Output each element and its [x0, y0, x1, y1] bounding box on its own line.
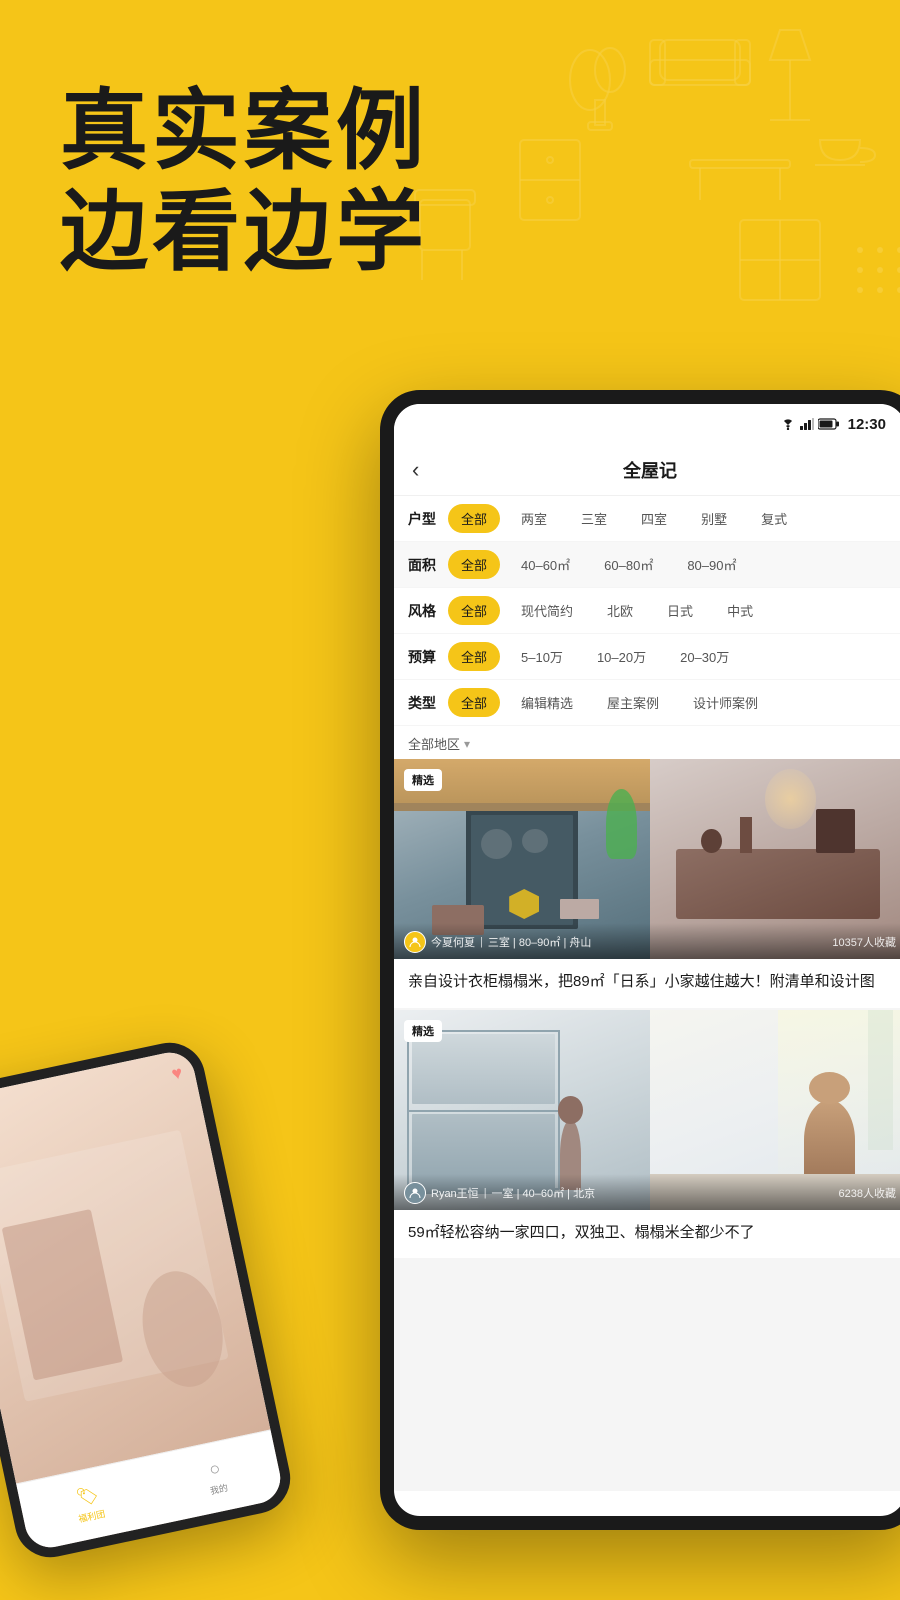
- filter-row-category: 类型 全部 编辑精选 屋主案例 设计师案例: [394, 680, 900, 726]
- card-room-info-1: |: [480, 936, 483, 948]
- filter-tag-budget-2[interactable]: 10–20万: [584, 642, 659, 671]
- filter-tag-type-5[interactable]: 别墅: [688, 504, 740, 533]
- card-saves-2: 6238人收藏: [839, 1185, 896, 1201]
- card-badge-2: 精选: [404, 1020, 442, 1042]
- headline-line1: 真实案例: [60, 81, 428, 180]
- card-overlay-1: 今夏何夏 | 三室 | 80–90㎡ | 舟山 10357人收藏: [394, 923, 900, 959]
- filter-row-style: 风格 全部 现代简约 北欧 日式 中式: [394, 588, 900, 634]
- filter-label-budget: 预算: [408, 647, 440, 667]
- filter-tag-type-6[interactable]: 复式: [748, 504, 800, 533]
- author-avatar-2: [404, 1182, 426, 1204]
- author-avatar-1: [404, 931, 426, 953]
- wifi-icon: [780, 418, 796, 430]
- card-saves-1: 10357人收藏: [832, 934, 896, 950]
- filter-tag-category-all[interactable]: 全部: [448, 688, 500, 717]
- status-bar: 12:30: [394, 404, 900, 444]
- filter-tag-category-2[interactable]: 屋主案例: [594, 688, 672, 717]
- filter-tag-category-1[interactable]: 编辑精选: [508, 688, 586, 717]
- filter-tag-style-1[interactable]: 现代简约: [508, 596, 586, 625]
- region-dropdown-icon: ▾: [464, 737, 470, 751]
- filter-label-area: 面积: [408, 555, 440, 575]
- filter-tag-style-2[interactable]: 北欧: [594, 596, 646, 625]
- card-title-1: 亲自设计衣柜榻榻米，把89㎡「日系」小家越住越大！附清单和设计图: [408, 971, 892, 994]
- card-text-2: 59㎡轻松容纳一家四口，双独卫、榻榻米全都少不了: [394, 1210, 900, 1259]
- card-meta-2: Ryan王恒: [431, 1185, 479, 1201]
- filter-tag-area-1[interactable]: 40–60㎡: [508, 550, 583, 579]
- filter-tag-type-2[interactable]: 两室: [508, 504, 560, 533]
- filter-tag-budget-1[interactable]: 5–10万: [508, 642, 576, 671]
- card-text-1: 亲自设计衣柜榻榻米，把89㎡「日系」小家越住越大！附清单和设计图: [394, 959, 900, 1008]
- back-button[interactable]: ‹: [412, 457, 419, 483]
- filter-tag-type-4[interactable]: 四室: [628, 504, 680, 533]
- card-meta-1: 今夏何夏: [431, 934, 475, 950]
- card-badge-1: 精选: [404, 769, 442, 791]
- card-room-details-2: 一室 | 40–60㎡ | 北京: [492, 1185, 596, 1201]
- filter-tag-style-all[interactable]: 全部: [448, 596, 500, 625]
- filter-tag-area-3[interactable]: 80–90㎡: [674, 550, 749, 579]
- nav-item-mine[interactable]: ○ 我的: [204, 1457, 229, 1497]
- headline: 真实案例 边看边学: [60, 80, 428, 282]
- filter-tag-style-3[interactable]: 日式: [654, 596, 706, 625]
- headline-line2: 边看边学: [60, 182, 428, 281]
- filter-tag-area-2[interactable]: 60–80㎡: [591, 550, 666, 579]
- card-overlay-2: Ryan王恒 | 一室 | 40–60㎡ | 北京 6238人收藏: [394, 1174, 900, 1210]
- app-header: ‹ 全屋记: [394, 444, 900, 496]
- card-room-details-1: 三室 | 80–90㎡ | 舟山: [488, 934, 592, 950]
- status-time: 12:30: [848, 416, 886, 433]
- filter-row-budget: 预算 全部 5–10万 10–20万 20–30万: [394, 634, 900, 680]
- nav-item-welfare[interactable]: 🏷 福利团: [72, 1483, 106, 1525]
- region-row[interactable]: 全部地区 ▾: [394, 726, 900, 759]
- main-device: 12:30 ‹ 全屋记 户型 全部 两室 三室 四室 别墅 复式 面积 全部 4…: [380, 390, 900, 1530]
- card-image-2: 精选: [394, 1010, 900, 1210]
- filter-section: 户型 全部 两室 三室 四室 别墅 复式 面积 全部 40–60㎡ 60–80㎡…: [394, 496, 900, 759]
- filter-row-area: 面积 全部 40–60㎡ 60–80㎡ 80–90㎡: [394, 542, 900, 588]
- filter-tag-budget-3[interactable]: 20–30万: [667, 642, 742, 671]
- filter-tag-area-all[interactable]: 全部: [448, 550, 500, 579]
- filter-tag-type-3[interactable]: 三室: [568, 504, 620, 533]
- card-image-1: 精选: [394, 759, 900, 959]
- region-label: 全部地区: [408, 734, 460, 753]
- filter-tag-category-3[interactable]: 设计师案例: [680, 688, 771, 717]
- filter-tag-style-4[interactable]: 中式: [714, 596, 766, 625]
- signal-icon: [800, 418, 814, 430]
- battery-icon: [818, 418, 840, 430]
- filter-label-style: 风格: [408, 601, 440, 621]
- filter-label-category: 类型: [408, 693, 440, 713]
- card-title-2: 59㎡轻松容纳一家四口，双独卫、榻榻米全都少不了: [408, 1222, 892, 1245]
- content-list: 精选: [394, 759, 900, 1491]
- page-title: 全屋记: [623, 457, 677, 483]
- filter-label-type: 户型: [408, 509, 440, 529]
- filter-tag-budget-all[interactable]: 全部: [448, 642, 500, 671]
- content-card-1[interactable]: 精选: [394, 759, 900, 1008]
- content-card-2[interactable]: 精选: [394, 1010, 900, 1259]
- filter-tag-type-all[interactable]: 全部: [448, 504, 500, 533]
- filter-row-type: 户型 全部 两室 三室 四室 别墅 复式: [394, 496, 900, 542]
